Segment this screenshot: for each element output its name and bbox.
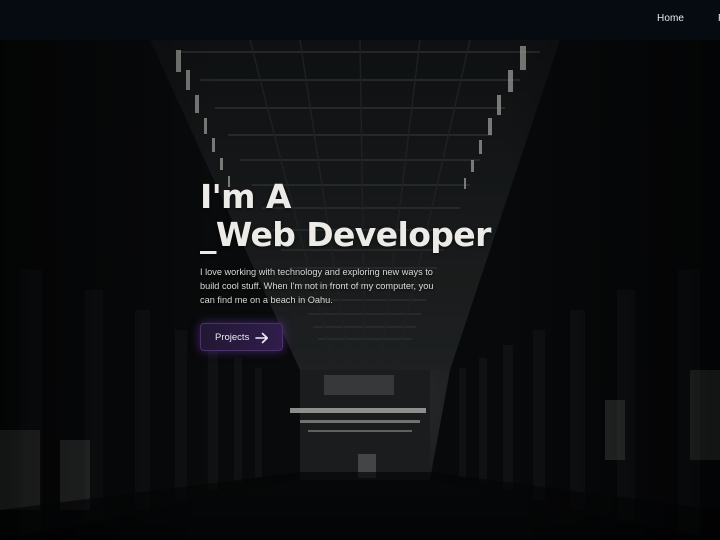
projects-button-label: Projects [215,331,250,343]
projects-button[interactable]: Projects [200,323,283,351]
nav-link-home[interactable]: Home [657,13,684,24]
page: Home P I'm A _Web Developer I love worki… [0,0,720,540]
top-navbar: Home P [0,0,720,40]
hero-section: I'm A _Web Developer I love working with… [200,178,540,351]
hero-heading-line-1: I'm A [200,177,291,216]
hero-heading: I'm A _Web Developer [200,178,540,254]
hero-description: I love working with technology and explo… [200,267,434,305]
arrow-right-icon [255,332,268,344]
hero-heading-line-2: _Web Developer [200,215,491,254]
